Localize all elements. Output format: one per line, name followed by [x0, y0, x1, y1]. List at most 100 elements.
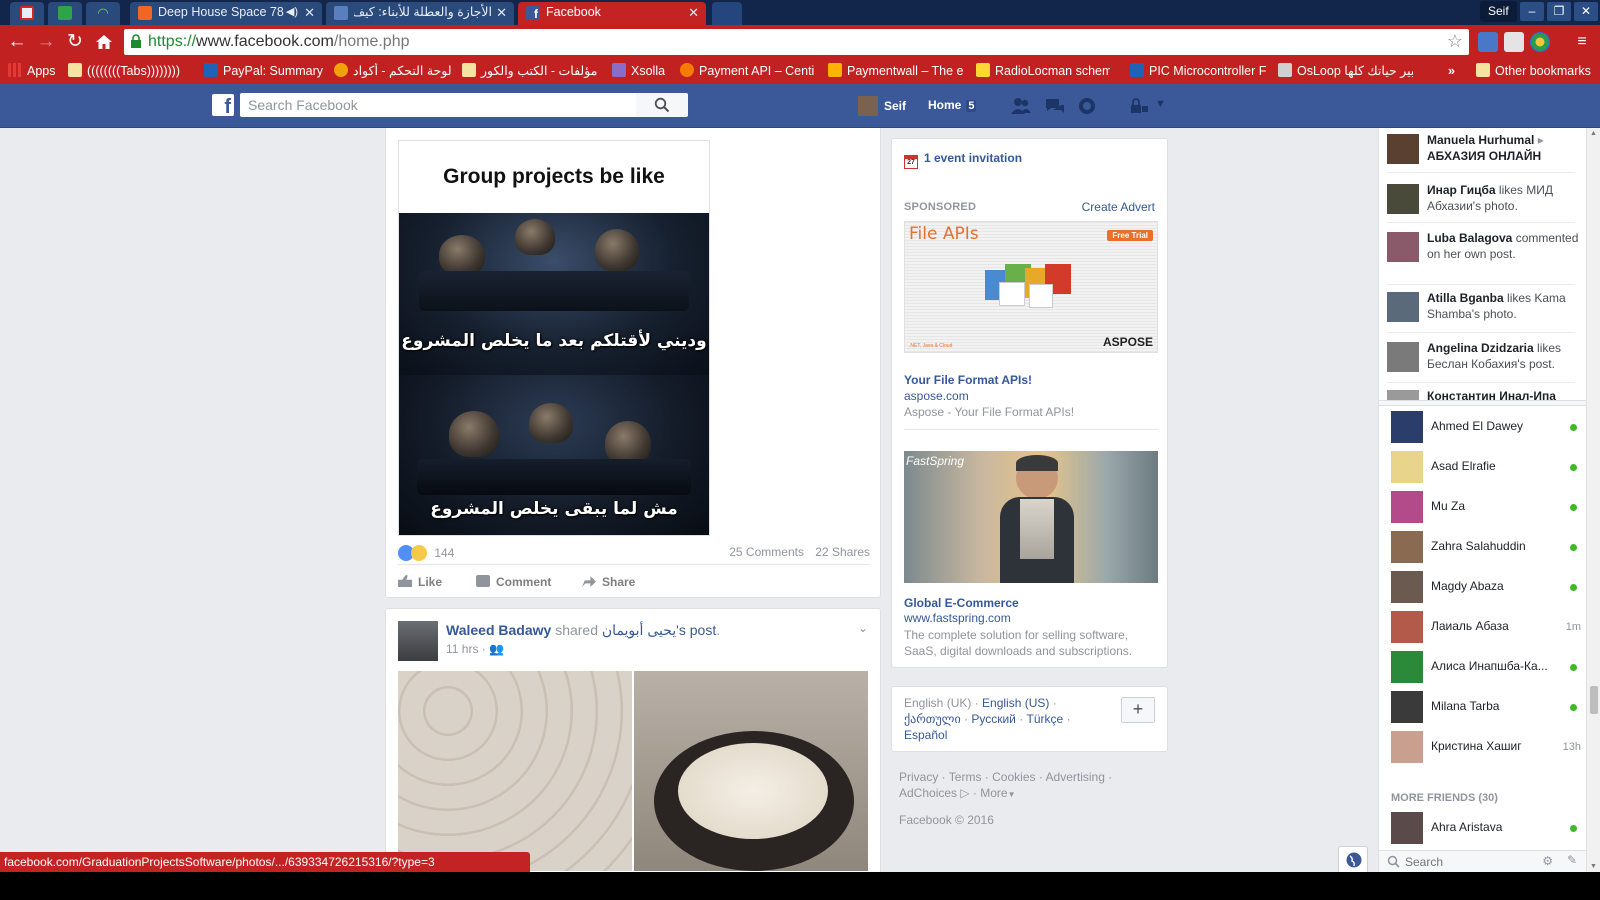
restore-button[interactable]: ❐ [1547, 2, 1571, 21]
new-message-icon[interactable]: ✎ [1567, 853, 1577, 867]
bookmark-books[interactable]: مؤلفات - الكتب والكور [462, 63, 602, 79]
ticker-resize-handle[interactable] [1379, 400, 1587, 406]
new-tab-button[interactable] [712, 2, 742, 25]
chat-contact[interactable]: Asad Elrafie [1379, 447, 1587, 487]
footer-link[interactable]: More [980, 786, 1007, 800]
bookmark-control-panel[interactable]: لوحة التحكم - أكواد [334, 63, 454, 79]
forward-button[interactable]: → [34, 30, 58, 54]
bookmark-pic-microcontroller[interactable]: PIC Microcontroller F [1130, 63, 1270, 79]
footer-link[interactable]: Advertising [1046, 770, 1105, 784]
friend-requests-icon[interactable] [1010, 96, 1032, 116]
post-timestamp[interactable]: 11 hrs · 👥 [446, 642, 504, 656]
bookmark-radiolocman[interactable]: RadioLocman schem [976, 63, 1110, 79]
language-option[interactable]: English (US) [982, 696, 1049, 710]
share-button[interactable]: Share [582, 575, 635, 589]
cube-extension-icon[interactable] [1504, 32, 1524, 52]
ad-url-link[interactable]: www.fastspring.com [904, 611, 1011, 625]
ticker-story[interactable]: Angelina Dzidzaria likes Беслан Кобахия'… [1387, 340, 1583, 372]
event-invitations-link[interactable]: 27 1 event invitation [904, 151, 1022, 169]
tab-close-icon[interactable]: ✕ [688, 2, 699, 23]
ticker-story[interactable]: Atilla Bganba likes Kama Shamba's photo. [1387, 290, 1583, 322]
author-avatar[interactable] [398, 621, 438, 661]
chat-contact[interactable]: Кристина Хашиг 13h [1379, 727, 1587, 767]
profile-chip[interactable]: Seif [1480, 1, 1517, 22]
bookmark-xsolla[interactable]: Xsolla [612, 63, 674, 79]
original-post-link[interactable]: post [690, 622, 716, 638]
tab-deep-house[interactable]: Deep House Space 78 ◀) ✕ [130, 2, 322, 25]
ticker-story[interactable]: Manuela Hurhumal ▸ АБХАЗИЯ ОНЛАЙН [1387, 132, 1583, 164]
translate-extension-icon[interactable] [1478, 32, 1498, 52]
footer-link[interactable]: Terms [949, 770, 982, 784]
bookmarks-overflow-chevron[interactable]: » [1448, 63, 1455, 79]
search-input[interactable] [240, 93, 636, 117]
ad-title-link[interactable]: Global E-Commerce [904, 596, 1019, 610]
post-photo[interactable]: Group projects be like وديني لأقتلكم بعد… [398, 140, 710, 536]
notifications-globe-icon[interactable] [1076, 96, 1098, 116]
ad-title-link[interactable]: Your File Format APIs! [904, 373, 1032, 387]
ticker-story[interactable]: Инар Гицба likes МИД Абхазии's photo. [1387, 182, 1583, 214]
bookmark-apps[interactable]: Apps [8, 63, 56, 79]
messages-icon[interactable] [1044, 96, 1066, 116]
pinned-tab-2[interactable] [48, 2, 82, 25]
page-scrollbar[interactable]: ▲ ▼ [1586, 128, 1600, 872]
chat-contact[interactable]: Лаиаль Абаза 1m [1379, 607, 1587, 647]
chat-contact[interactable]: Mu Za [1379, 487, 1587, 527]
post-options-chevron-icon[interactable]: ⌄ [858, 621, 868, 635]
chat-contact[interactable]: Magdy Abaza [1379, 567, 1587, 607]
more-languages-plus-button[interactable]: + [1121, 697, 1155, 723]
bookmark-paypal[interactable]: PayPal: Summary [204, 63, 324, 79]
chat-contact[interactable]: Milana Tarba [1379, 687, 1587, 727]
facebook-logo-icon[interactable]: f [212, 94, 234, 116]
language-option[interactable]: Türkçe [1027, 712, 1064, 726]
post-photo[interactable] [398, 671, 632, 871]
bookmark-payment-api[interactable]: Payment API – Centi [680, 63, 816, 79]
comment-button[interactable]: Comment [476, 575, 551, 589]
bookmark-star-icon[interactable]: ☆ [1447, 31, 1463, 52]
reactions-count[interactable]: 144 [434, 546, 454, 560]
chat-contact[interactable]: Алиса Инапшба-Ка... [1379, 647, 1587, 687]
tab-close-icon[interactable]: ✕ [304, 2, 315, 23]
home-link[interactable]: Home 5 [928, 98, 977, 112]
chat-search-input[interactable] [1405, 853, 1525, 871]
footer-link[interactable]: Privacy [899, 770, 938, 784]
language-option[interactable]: Русский [971, 712, 1016, 726]
ad-image-fastspring[interactable]: FastSpring [904, 451, 1158, 583]
home-button[interactable] [92, 30, 116, 54]
shares-count-link[interactable]: 22 Shares [815, 545, 870, 559]
bookmark-osloop[interactable]: OsLoop بير حياتك كلها [1278, 63, 1413, 79]
language-option[interactable]: Español [904, 728, 947, 742]
address-bar[interactable]: https://www.facebook.com/home.php ☆ [124, 29, 1469, 55]
menu-icon[interactable]: ≡ [1570, 30, 1594, 54]
back-button[interactable]: ← [5, 30, 29, 54]
pinned-tab-1[interactable] [10, 2, 44, 25]
bookmark-other[interactable]: Other bookmarks [1476, 63, 1591, 79]
reload-button[interactable]: ↻ [63, 30, 87, 54]
profile-link[interactable]: Seif [858, 96, 906, 116]
scroll-down-icon[interactable]: ▼ [1590, 863, 1597, 870]
chat-contact[interactable]: Ahmed El Dawey [1379, 407, 1587, 447]
chat-contact[interactable]: Ahra Aristava [1379, 808, 1587, 848]
bookmark-tabs-folder[interactable]: ((((((((Tabs)))))))) [68, 63, 193, 79]
scroll-up-icon[interactable]: ▲ [1590, 130, 1597, 137]
create-advert-link[interactable]: Create Advert [1082, 200, 1155, 214]
tab-arabic-article[interactable]: الأجازة والعطلة للأبناء: كيف ✕ [326, 2, 514, 25]
search-button[interactable] [636, 93, 688, 117]
footer-link[interactable]: Cookies [992, 770, 1035, 784]
scrollbar-thumb[interactable] [1590, 686, 1598, 714]
privacy-lock-icon[interactable] [1128, 96, 1150, 116]
comments-count-link[interactable]: 25 Comments [729, 545, 804, 559]
ad-image-aspose[interactable]: File APIs Free Trial ASPOSE .NET, Java &… [904, 221, 1158, 353]
ticker-story[interactable]: Luba Balagova commented on her own post. [1387, 230, 1583, 262]
original-author-link[interactable]: يحيى أبويمان's [602, 622, 686, 638]
like-button[interactable]: Like [398, 575, 442, 589]
pinned-tab-3[interactable]: ◠ [86, 2, 120, 25]
chat-settings-gear-icon[interactable]: ⚙ [1542, 854, 1553, 868]
footer-link[interactable]: AdChoices [899, 786, 957, 800]
minimize-button[interactable]: – [1520, 2, 1544, 21]
ad-url-link[interactable]: aspose.com [904, 389, 969, 403]
chat-globe-button[interactable] [1338, 846, 1368, 872]
bookmark-paymentwall[interactable]: Paymentwall – The e [828, 63, 964, 79]
post-photo[interactable] [634, 671, 868, 871]
tab-facebook[interactable]: f Facebook ✕ [518, 2, 706, 25]
author-link[interactable]: Waleed Badawy [446, 622, 551, 638]
